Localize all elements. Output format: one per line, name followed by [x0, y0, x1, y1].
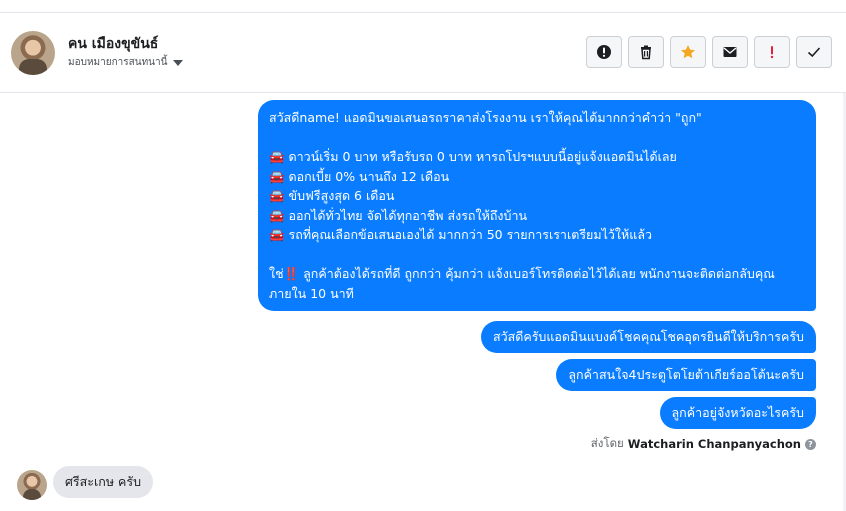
sender-name: Watcharin Chanpanyachon — [627, 437, 801, 451]
follow-up-button[interactable] — [754, 36, 790, 68]
message-line: ใช่‼️ ลูกค้าต้องได้รถที่ดี ถูกกว่า คุ้มก… — [269, 266, 775, 301]
message-line: 🚘 ดอกเบี้ย 0% นานถึง 12 เดือน — [269, 168, 450, 184]
incoming-message-bubble[interactable]: ศรีสะเกษ ครับ — [53, 466, 154, 498]
trash-icon — [641, 45, 651, 60]
caret-down-icon — [173, 60, 184, 66]
delete-button[interactable] — [628, 36, 664, 68]
outgoing-message-bubble[interactable]: ลูกค้าอยู่จังหวัดอะไรครับ — [659, 397, 816, 429]
contact-avatar-small — [17, 470, 47, 500]
message-line: 🚘 รถที่คุณเลือกข้อเสนอเองได้ มากกว่า 50 … — [269, 227, 652, 242]
outgoing-message-bubble[interactable]: ลูกค้าสนใจ4ประตูโตโยต้าเกียร์ออโต้นะครับ — [556, 359, 816, 391]
message-line: 🚘 ออกได้ทั่วไทย จัดได้ทุกอาชีพ ส่งรถให้ถ… — [269, 207, 528, 223]
contact-avatar[interactable] — [11, 31, 55, 75]
outgoing-message-bubble[interactable]: สวัสดีครับแอดมินแบงค์โชคคุณโชคอุดรยินดีใ… — [480, 321, 816, 353]
envelope-icon — [723, 47, 737, 57]
message-thread: สวัสดีname! แอดมินขอเสนอรถราคาส่งโรงงาน … — [0, 93, 846, 511]
mark-done-button[interactable] — [796, 36, 832, 68]
outgoing-message-bubble[interactable]: สวัสดีname! แอดมินขอเสนอรถราคาส่งโรงงาน … — [258, 100, 816, 311]
message-line: 🚘 ขับฟรีสูงสุด 6 เดือน — [269, 188, 395, 203]
exclamation-icon — [770, 46, 774, 59]
assign-label: มอบหมายการสนทนานี้ — [68, 57, 168, 68]
contact-name[interactable]: คน เมืองขุขันธ์ — [68, 33, 158, 55]
mark-unread-button[interactable] — [712, 36, 748, 68]
check-icon — [807, 47, 821, 58]
conversation-header: คน เมืองขุขันธ์ มอบหมายการสนทนานี้ — [0, 13, 846, 93]
sent-by-label: ส่งโดย Watcharin Chanpanyachon ? — [591, 435, 816, 453]
header-actions — [586, 36, 832, 68]
star-button[interactable] — [670, 36, 706, 68]
exclamation-circle-icon — [597, 45, 611, 59]
assign-conversation-dropdown[interactable]: มอบหมายการสนทนานี้ — [68, 55, 184, 70]
sent-by-prefix: ส่งโดย — [590, 436, 624, 450]
message-line: สวัสดีname! แอดมินขอเสนอรถราคาส่งโรงงาน … — [269, 110, 702, 125]
help-icon[interactable]: ? — [805, 438, 816, 450]
star-icon — [681, 45, 695, 59]
message-line: 🚘 ดาวน์เริ่ม 0 บาท หรือรับรถ 0 บาท หารถโ… — [269, 149, 677, 164]
mark-spam-button[interactable] — [586, 36, 622, 68]
